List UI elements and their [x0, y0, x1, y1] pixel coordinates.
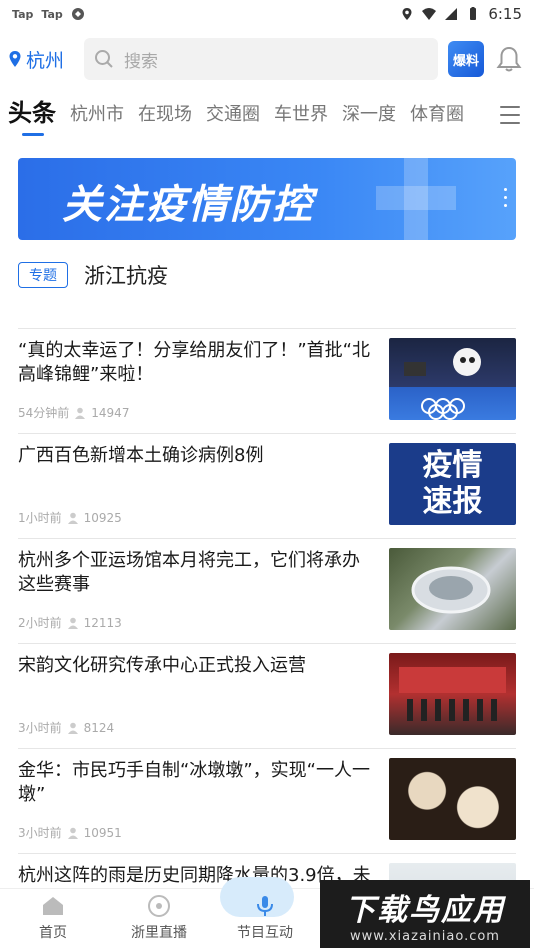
nav-interact[interactable]: 节目互动 — [212, 877, 318, 950]
thumb-text: 速报 — [422, 484, 483, 519]
status-bar: Tap Tap 6:15 — [0, 0, 534, 28]
news-item[interactable]: 金华：市民巧手自制“冰墩墩”，实现“一人一墩” 3小时前 10951 — [18, 748, 516, 853]
news-title: “真的太幸运了！分享给朋友们了！”首批“北高峰锦鲤”来啦！ — [18, 340, 370, 385]
user-icon — [75, 407, 86, 419]
watermark-url: www.xiazainiao.com — [350, 928, 500, 944]
news-meta: 2小时前 12113 — [18, 614, 122, 631]
bottom-nav: 首页 浙里直播 节目互动 下载鸟应用 www.xiazainiao.com — [0, 877, 534, 950]
tab-cars[interactable]: 车世界 — [274, 100, 328, 136]
news-time: 2小时前 — [18, 616, 62, 630]
news-item[interactable]: 广西百色新增本土确诊病例8例 1小时前 10925 疫情 速报 — [18, 433, 516, 538]
banner-dots — [504, 188, 508, 212]
microphone-icon — [257, 896, 273, 916]
bell-icon — [496, 46, 522, 72]
search-placeholder: 搜索 — [124, 51, 158, 72]
search-input[interactable]: 搜索 — [84, 38, 438, 80]
nav-home-label: 首页 — [39, 925, 67, 941]
location-pin-icon — [9, 51, 21, 67]
city-label: 杭州 — [26, 49, 65, 72]
nav-interact-label: 节目互动 — [237, 925, 293, 941]
status-left: Tap Tap — [12, 7, 85, 21]
tab-headline[interactable]: 头条 — [8, 93, 56, 136]
olympic-rings-image — [404, 348, 481, 420]
wifi-icon — [422, 8, 437, 20]
taptap-icon-2: Tap — [41, 7, 63, 21]
topic-tag: 专题 — [18, 262, 68, 288]
news-views: 14947 — [91, 405, 130, 420]
news-title: 广西百色新增本土确诊病例8例 — [18, 445, 264, 466]
news-time: 1小时前 — [18, 511, 62, 525]
news-title: 金华：市民巧手自制“冰墩墩”，实现“一人一墩” — [18, 760, 370, 805]
news-views: 10951 — [83, 825, 122, 840]
nav-live-label: 浙里直播 — [131, 925, 187, 941]
watermark-logo: 下载鸟应用 www.xiazainiao.com — [320, 880, 530, 948]
watermark-text: 下载鸟应用 — [345, 892, 505, 928]
news-title: 宋韵文化研究传承中心正式投入运营 — [18, 655, 306, 676]
news-time: 3小时前 — [18, 826, 62, 840]
city-selector[interactable]: 杭州 — [8, 46, 74, 73]
stadium-image — [411, 566, 491, 614]
header: 杭州 搜索 爆料 — [0, 28, 534, 90]
sync-icon — [71, 8, 84, 20]
tipoff-label: 爆料 — [452, 53, 479, 69]
signal-icon — [445, 8, 458, 20]
tab-indepth[interactable]: 深一度 — [342, 100, 396, 136]
ceremony-image — [399, 667, 506, 721]
live-icon — [148, 895, 170, 917]
nav-home[interactable]: 首页 — [0, 889, 106, 950]
news-item[interactable]: “真的太幸运了！分享给朋友们了！”首批“北高峰锦鲤”来啦！ 54分钟前 1494… — [18, 328, 516, 433]
home-icon — [43, 897, 63, 915]
channel-tabs: 头条 杭州市 在现场 交通圈 车世界 深一度 体育圈 — [0, 90, 534, 136]
user-icon — [67, 827, 78, 839]
tab-onsite[interactable]: 在现场 — [138, 100, 192, 136]
topic-title: 浙江抗疫 — [84, 264, 168, 288]
topic-row[interactable]: 专题 浙江抗疫 — [18, 260, 516, 290]
banner-text: 关注疫情防控 — [62, 182, 314, 228]
news-item[interactable]: 宋韵文化研究传承中心正式投入运营 3小时前 8124 — [18, 643, 516, 748]
status-right: 6:15 — [400, 5, 522, 23]
news-thumbnail: 疫情 速报 — [389, 443, 516, 525]
news-thumbnail — [389, 548, 516, 630]
tab-traffic[interactable]: 交通圈 — [206, 100, 260, 136]
notification-button[interactable] — [494, 44, 524, 74]
user-icon — [67, 617, 78, 629]
tab-hangzhou[interactable]: 杭州市 — [70, 100, 124, 136]
user-icon — [67, 512, 78, 524]
user-icon — [67, 722, 78, 734]
clock: 6:15 — [488, 5, 522, 23]
news-list: “真的太幸运了！分享给朋友们了！”首批“北高峰锦鲤”来啦！ 54分钟前 1494… — [18, 328, 516, 950]
news-meta: 1小时前 10925 — [18, 509, 122, 526]
plus-decoration — [376, 158, 456, 240]
tab-sports[interactable]: 体育圈 — [410, 100, 464, 136]
news-item[interactable]: 杭州多个亚运场馆本月将完工，它们将承办这些赛事 2小时前 12113 — [18, 538, 516, 643]
news-thumbnail — [389, 653, 516, 735]
news-meta: 3小时前 10951 — [18, 824, 122, 841]
battery-icon — [470, 7, 477, 20]
search-icon — [95, 50, 113, 68]
news-meta: 3小时前 8124 — [18, 719, 114, 736]
news-thumbnail — [389, 758, 516, 840]
location-icon — [402, 8, 412, 20]
news-time: 54分钟前 — [18, 406, 70, 420]
news-meta: 54分钟前 14947 — [18, 404, 129, 421]
news-views: 10925 — [83, 510, 122, 525]
news-views: 12113 — [83, 615, 122, 630]
taptap-icon-1: Tap — [12, 7, 34, 21]
news-views: 8124 — [83, 720, 115, 735]
menu-icon[interactable] — [500, 106, 520, 124]
tipoff-button[interactable]: 爆料 — [448, 41, 484, 77]
news-thumbnail — [389, 338, 516, 420]
news-time: 3小时前 — [18, 721, 62, 735]
news-title: 杭州多个亚运场馆本月将完工，它们将承办这些赛事 — [18, 550, 360, 595]
epidemic-banner[interactable]: 关注疫情防控 — [18, 158, 516, 240]
nav-live[interactable]: 浙里直播 — [106, 889, 212, 950]
thumb-text: 疫情 — [422, 448, 483, 483]
